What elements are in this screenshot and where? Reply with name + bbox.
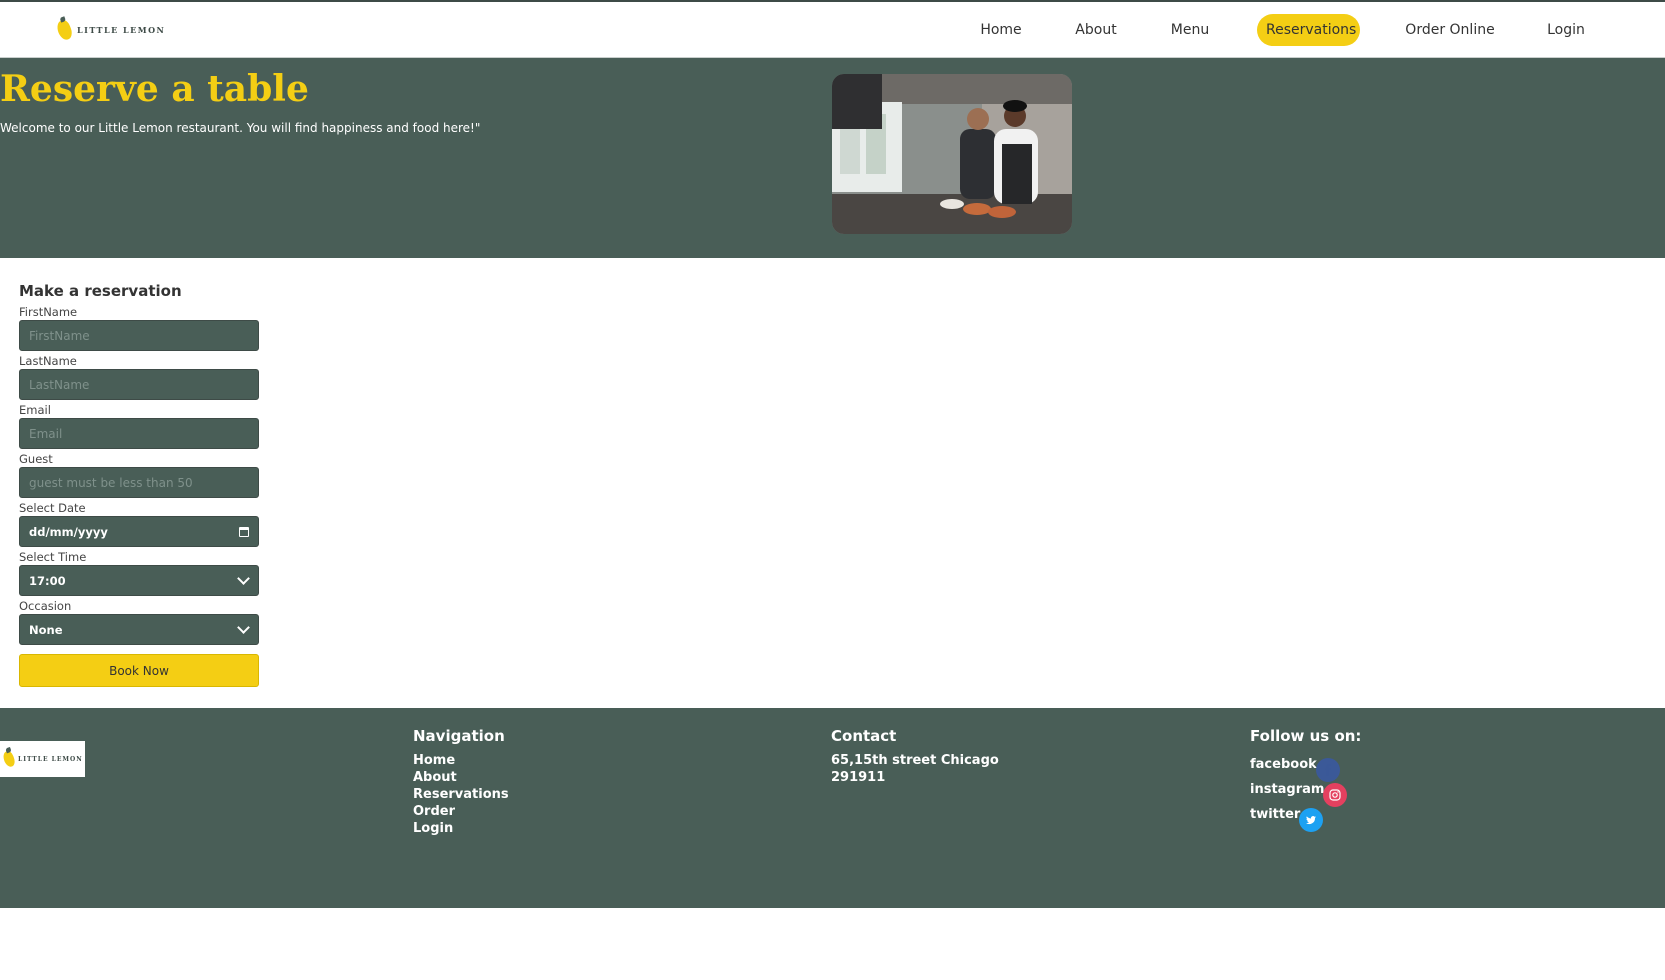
instagram-label[interactable]: instagram — [1250, 782, 1324, 797]
nav-login[interactable]: Login — [1542, 14, 1590, 46]
social-facebook[interactable]: facebook — [1250, 752, 1361, 782]
lastname-input[interactable] — [19, 369, 259, 400]
book-now-button[interactable]: Book Now — [19, 654, 259, 687]
date-value: dd/mm/yyyy — [29, 524, 108, 539]
hero-subtitle: Welcome to our Little Lemon restaurant. … — [0, 121, 481, 135]
contact-address: 65,15th street Chicago — [831, 753, 999, 768]
page-title: Reserve a table — [0, 68, 309, 110]
footer-link-home[interactable]: Home — [413, 752, 509, 769]
footer-link-about[interactable]: About — [413, 769, 509, 786]
footer-link-login[interactable]: Login — [413, 820, 509, 837]
footer-logo[interactable]: Little Lemon — [0, 741, 85, 777]
footer-logo-text: Little Lemon — [18, 755, 83, 763]
time-label: Select Time — [19, 550, 87, 564]
firstname-label: FirstName — [19, 305, 78, 319]
nav-menu[interactable]: Menu — [1162, 14, 1218, 46]
social-twitter[interactable]: twitter — [1250, 802, 1361, 832]
footer-link-reservations[interactable]: Reservations — [413, 786, 509, 803]
guest-input[interactable] — [19, 467, 259, 498]
occasion-label: Occasion — [19, 599, 72, 613]
form-title: Make a reservation — [19, 282, 182, 300]
contact-zip: 291911 — [831, 770, 886, 785]
firstname-input[interactable] — [19, 320, 259, 351]
footer-social-title: Follow us on: — [1250, 727, 1362, 745]
date-picker[interactable]: dd/mm/yyyy — [19, 516, 259, 547]
nav-reservations[interactable]: Reservations — [1257, 14, 1360, 46]
guest-label: Guest — [19, 452, 53, 466]
date-label: Select Date — [19, 501, 86, 515]
hero-section: Reserve a table Welcome to our Little Le… — [0, 58, 1665, 258]
time-select[interactable]: 17:00 — [19, 565, 259, 596]
nav-home[interactable]: Home — [972, 14, 1030, 46]
facebook-label[interactable]: facebook — [1250, 757, 1317, 772]
twitter-icon[interactable] — [1299, 807, 1324, 832]
occasion-select[interactable]: None — [19, 614, 259, 645]
twitter-label[interactable]: twitter — [1250, 807, 1300, 822]
chevron-down-icon — [237, 621, 250, 634]
email-label: Email — [19, 403, 51, 417]
footer-link-order[interactable]: Order — [413, 803, 509, 820]
footer-navigation: Navigation Home About Reservations Order… — [413, 726, 509, 837]
nav-order-online[interactable]: Order Online — [1400, 14, 1500, 46]
instagram-icon[interactable] — [1323, 782, 1348, 807]
social-instagram[interactable]: instagram — [1250, 777, 1361, 807]
footer-social: Follow us on: facebook instagram twitter — [1250, 726, 1362, 832]
chefs-photo — [832, 74, 1072, 234]
calendar-icon[interactable] — [239, 527, 249, 537]
chevron-down-icon — [237, 572, 250, 585]
facebook-icon[interactable] — [1315, 757, 1340, 782]
reservation-form: Make a reservation FirstName LastName Em… — [19, 280, 259, 687]
footer-navigation-title: Navigation — [413, 727, 505, 745]
time-value: 17:00 — [29, 573, 66, 588]
footer-contact: Contact 65,15th street Chicago 291911 — [831, 726, 999, 786]
occasion-value: None — [29, 622, 63, 637]
lemon-icon — [1, 749, 17, 769]
main-nav: Home About Menu Reservations Order Onlin… — [0, 14, 1665, 46]
lastname-label: LastName — [19, 354, 77, 368]
email-input[interactable] — [19, 418, 259, 449]
nav-about[interactable]: About — [1068, 14, 1124, 46]
site-footer: Little Lemon Navigation Home About Reser… — [0, 708, 1665, 908]
footer-contact-title: Contact — [831, 727, 897, 745]
